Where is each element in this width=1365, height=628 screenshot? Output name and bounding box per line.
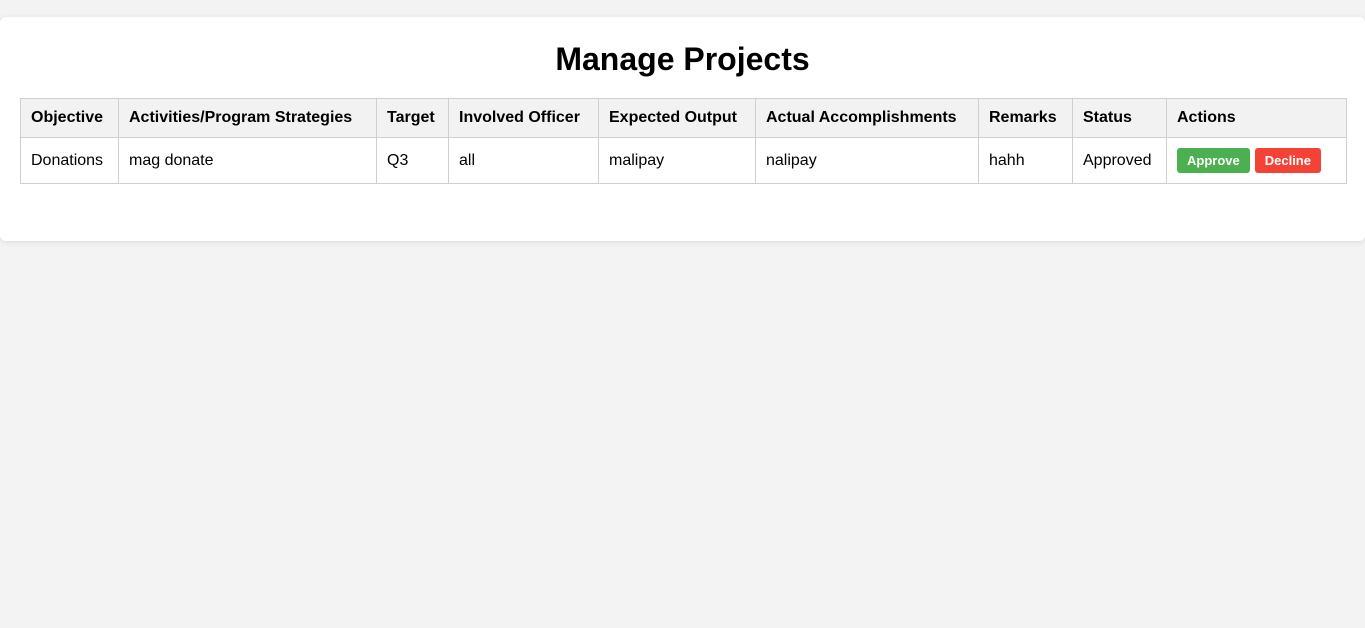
- decline-button[interactable]: Decline: [1254, 148, 1321, 173]
- header-involved-officer: Involved Officer: [448, 98, 599, 138]
- cell-remarks: hahh: [978, 137, 1073, 184]
- header-status: Status: [1072, 98, 1167, 138]
- header-remarks: Remarks: [978, 98, 1073, 138]
- table-row: Donations mag donate Q3 all malipay nali…: [20, 137, 1347, 184]
- cell-activities: mag donate: [118, 137, 377, 184]
- approve-button[interactable]: Approve: [1177, 148, 1250, 173]
- header-actions: Actions: [1166, 98, 1347, 138]
- header-expected-output: Expected Output: [598, 98, 756, 138]
- cell-actions: Approve Decline: [1166, 137, 1347, 184]
- cell-objective: Donations: [20, 137, 119, 184]
- cell-actual-accomplishments: nalipay: [755, 137, 979, 184]
- table-header-row: Objective Activities/Program Strategies …: [20, 98, 1347, 138]
- header-actual-accomplishments: Actual Accomplishments: [755, 98, 979, 138]
- cell-involved-officer: all: [448, 137, 599, 184]
- cell-target: Q3: [376, 137, 449, 184]
- header-activities: Activities/Program Strategies: [118, 98, 377, 138]
- cell-status: Approved: [1072, 137, 1167, 184]
- header-target: Target: [376, 98, 449, 138]
- page-title: Manage Projects: [555, 41, 810, 77]
- projects-table: Objective Activities/Program Strategies …: [20, 98, 1347, 184]
- header-objective: Objective: [20, 98, 119, 138]
- cell-expected-output: malipay: [598, 137, 756, 184]
